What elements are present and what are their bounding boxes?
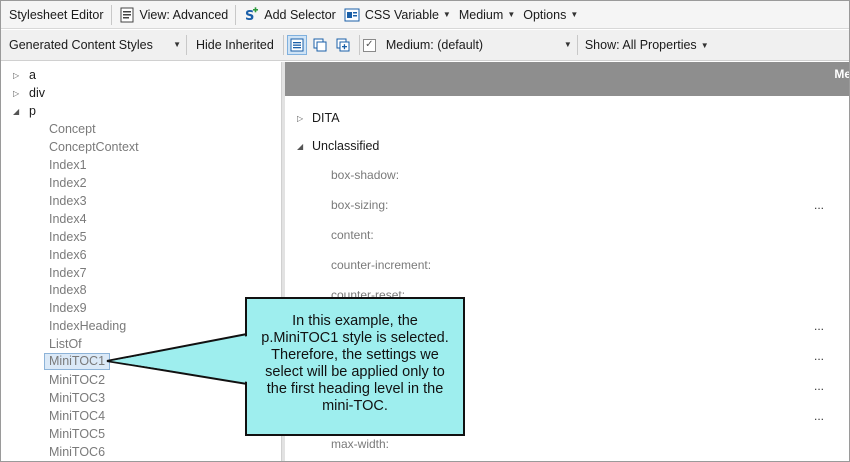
tree-item-minitoc5[interactable]: MiniTOC5 (49, 425, 105, 443)
hide-inherited-button[interactable]: Hide Inherited (190, 34, 280, 56)
tree-item-index5[interactable]: Index5 (49, 228, 87, 246)
css-variable-label: CSS Variable (364, 7, 439, 22)
tree-item-minitoc3[interactable]: MiniTOC3 (49, 389, 105, 407)
callout-text: In this example, the p.MiniTOC1 style is… (261, 313, 449, 414)
toolbar-separator (282, 35, 284, 55)
view-mode-button[interactable]: View: Advanced (115, 4, 233, 26)
view-icon (119, 7, 135, 23)
editor-title: Stylesheet Editor (9, 7, 104, 22)
main-toolbar: Stylesheet Editor View: Advanced S Add S… (1, 1, 849, 29)
tree-item-concept[interactable]: Concept (49, 120, 96, 138)
category-label: Unclassified (312, 139, 380, 153)
secondary-toolbar: Generated Content Styles ▼ Hide Inherite… (1, 30, 849, 61)
tree-item-index6[interactable]: Index6 (49, 246, 87, 264)
tree-item-index9[interactable]: Index9 (49, 299, 87, 317)
view-mode-label: View: Advanced (139, 7, 229, 22)
svg-text:S: S (245, 9, 254, 23)
property-content: content: (331, 228, 374, 242)
options-menu[interactable]: Options ▼ (519, 4, 582, 26)
box-sizing-ellipsis-button[interactable]: ... (814, 198, 824, 212)
tree-item-index8[interactable]: Index8 (49, 281, 87, 299)
show-properties-label: Show: All Properties (584, 38, 697, 52)
add-selector-button[interactable]: S Add Selector (239, 4, 340, 26)
tree-item-index7[interactable]: Index7 (49, 264, 87, 282)
tree-node-a[interactable]: ▷ a (13, 66, 36, 84)
css-variable-button[interactable]: CSS Variable ▼ (340, 4, 455, 26)
expand-arrow-icon[interactable]: ▷ (297, 114, 312, 123)
tree-node-label: a (29, 68, 36, 82)
property-box-sizing: box-sizing: (331, 198, 389, 212)
copy-style-icon[interactable] (310, 35, 330, 55)
collapse-arrow-icon[interactable]: ◢ (13, 107, 25, 116)
tree-item-minitoc6[interactable]: MiniTOC6 (49, 443, 105, 461)
tree-item-minitoc4[interactable]: MiniTOC4 (49, 407, 105, 425)
tree-item-listof[interactable]: ListOf (49, 335, 82, 353)
tree-node-label: div (29, 86, 45, 100)
toolbar-separator (110, 4, 112, 25)
property-ellipsis-button[interactable]: ... (814, 409, 824, 423)
tree-item-conceptcontext[interactable]: ConceptContext (49, 138, 139, 156)
chevron-down-icon: ▼ (700, 40, 709, 50)
style-filter-dropdown[interactable]: Generated Content Styles ▼ (5, 34, 183, 56)
selector-tree: ▷ a ▷ div ◢ p Concept ConceptContext Ind… (1, 62, 281, 461)
list-view-icon[interactable] (286, 35, 307, 55)
hide-inherited-label: Hide Inherited (196, 38, 274, 52)
grid-header-label: Me (834, 67, 850, 81)
collapse-arrow-icon[interactable]: ◢ (297, 142, 312, 151)
stylesheet-editor-window: Stylesheet Editor View: Advanced S Add S… (0, 0, 850, 462)
add-selector-label: Add Selector (264, 7, 336, 22)
tree-item-index2[interactable]: Index2 (49, 174, 87, 192)
tree-item-index4[interactable]: Index4 (49, 210, 87, 228)
tree-node-label: p (29, 104, 36, 118)
property-ellipsis-button[interactable]: ... (814, 319, 824, 333)
style-filter-value: Generated Content Styles (9, 38, 153, 52)
tree-item-index1[interactable]: Index1 (49, 156, 87, 174)
tree-item-index3[interactable]: Index3 (49, 192, 87, 210)
property-max-width: max-width: (331, 437, 390, 451)
medium-menu-label: Medium (458, 7, 504, 22)
property-counter-increment: counter-increment: (331, 258, 432, 272)
show-properties-dropdown[interactable]: Show: All Properties ▼ (581, 34, 713, 56)
tree-item-minitoc2[interactable]: MiniTOC2 (49, 371, 105, 389)
medium-dropdown-value: Medium: (default) (385, 38, 484, 52)
tree-node-p[interactable]: ◢ p (13, 102, 36, 120)
toolbar-separator (186, 35, 187, 55)
options-menu-label: Options (523, 7, 567, 22)
add-style-icon[interactable] (333, 35, 353, 55)
expand-arrow-icon[interactable]: ▷ (13, 71, 25, 80)
property-box-shadow: box-shadow: (331, 168, 400, 182)
add-selector-icon: S (243, 6, 259, 23)
chevron-down-icon: ▼ (563, 40, 572, 49)
medium-menu[interactable]: Medium ▼ (455, 4, 519, 26)
chevron-down-icon: ▼ (173, 40, 181, 49)
tree-node-div[interactable]: ▷ div (13, 84, 45, 102)
expand-arrow-icon[interactable]: ▷ (13, 89, 25, 98)
property-ellipsis-button[interactable]: ... (814, 379, 824, 393)
category-label: DITA (312, 111, 340, 125)
property-ellipsis-button[interactable]: ... (814, 349, 824, 363)
css-variable-icon (344, 7, 360, 23)
toolbar-separator (576, 35, 578, 55)
chevron-down-icon: ▼ (442, 10, 451, 19)
category-unclassified[interactable]: ◢ Unclassified (297, 137, 379, 155)
chevron-down-icon: ▼ (507, 10, 516, 19)
toolbar-separator (235, 4, 237, 25)
grid-header: Me (285, 62, 850, 96)
chevron-down-icon: ▼ (570, 10, 579, 19)
medium-checkbox[interactable]: ✓ (362, 38, 376, 52)
tree-item-minitoc1-selected[interactable]: MiniTOC1 (44, 353, 111, 370)
medium-dropdown[interactable]: Medium: (default) ▼ (382, 34, 574, 56)
category-dita[interactable]: ▷ DITA (297, 109, 340, 127)
annotation-callout: In this example, the p.MiniTOC1 style is… (245, 297, 465, 436)
tree-item-indexheading[interactable]: IndexHeading (49, 317, 126, 335)
toolbar-separator (358, 35, 360, 55)
